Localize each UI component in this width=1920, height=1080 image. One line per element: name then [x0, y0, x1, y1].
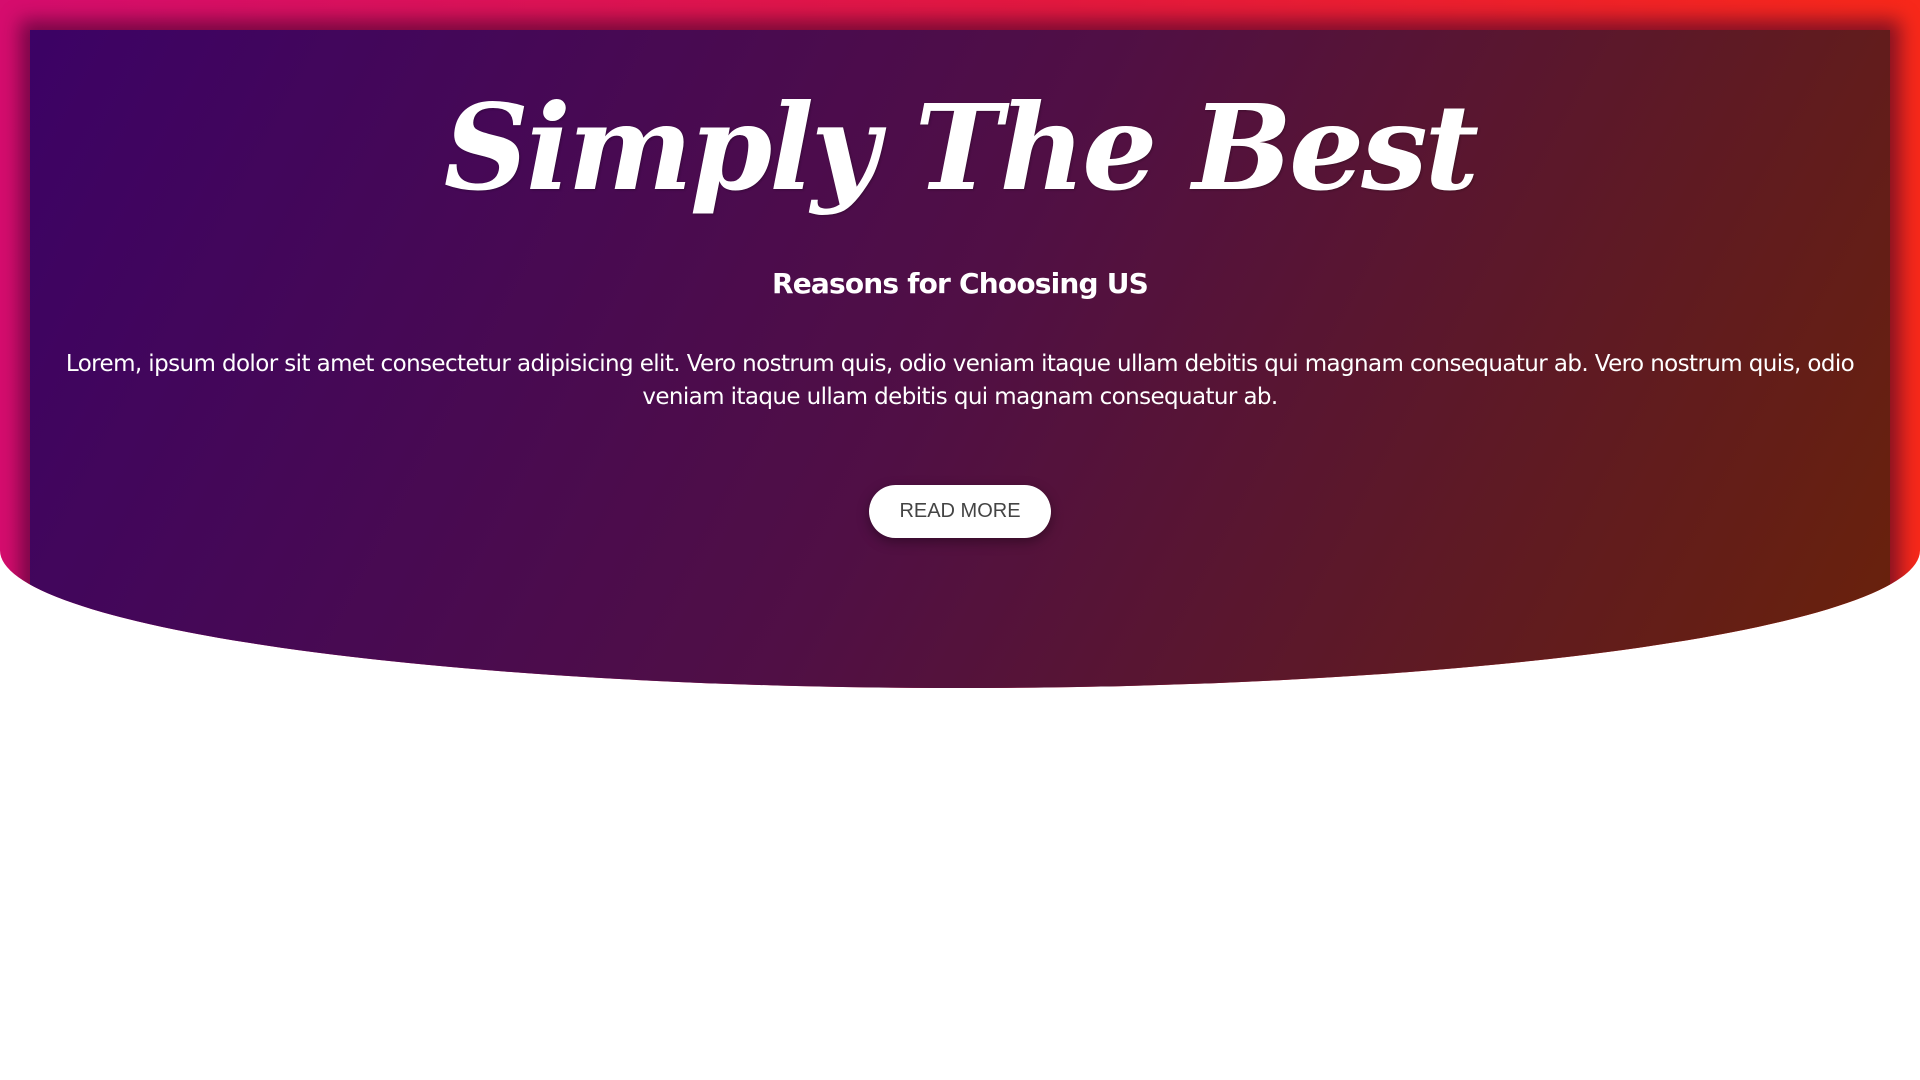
hero-subtitle: Reasons for Choosing US	[771, 267, 1149, 300]
read-more-button[interactable]: READ MORE	[869, 485, 1051, 538]
hero-title: Simply The Best	[443, 78, 1479, 217]
hero-description: Lorem, ipsum dolor sit amet consectetur …	[65, 351, 1855, 410]
